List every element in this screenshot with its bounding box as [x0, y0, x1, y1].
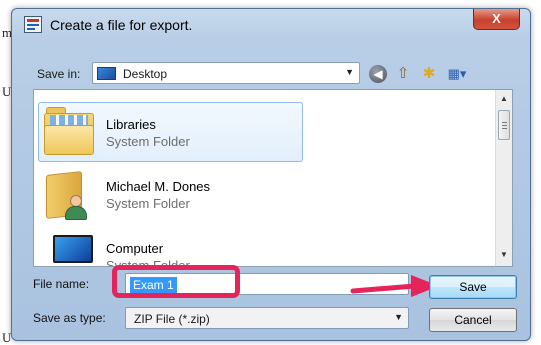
- list-item-computer[interactable]: Computer System Folder: [38, 226, 303, 266]
- view-menu-icon[interactable]: ▦▾: [444, 65, 470, 83]
- export-dialog: Create a file for export. X Save in: Des…: [11, 8, 531, 341]
- desktop-icon: [97, 67, 116, 80]
- scroll-up-icon[interactable]: ▲: [496, 92, 512, 106]
- up-one-level-icon[interactable]: ⇧: [394, 65, 412, 83]
- scroll-down-icon[interactable]: ▼: [496, 248, 512, 262]
- file-list[interactable]: Libraries System Folder Michael M. Dones…: [33, 89, 513, 267]
- new-folder-icon[interactable]: ✱: [420, 65, 438, 83]
- libraries-folder-icon: [44, 107, 96, 157]
- list-item-type: System Folder: [106, 134, 190, 149]
- chevron-down-icon: ▼: [345, 67, 354, 77]
- user-folder-icon: [44, 167, 94, 222]
- background-text: U: [2, 330, 12, 345]
- save-in-value: Desktop: [123, 67, 168, 81]
- window-title: Create a file for export.: [50, 17, 193, 33]
- scrollbar-thumb[interactable]: [498, 110, 510, 140]
- list-item-name: Computer: [106, 241, 164, 256]
- vertical-scrollbar[interactable]: ▲ ▼: [495, 90, 512, 266]
- file-name-label: File name:: [33, 277, 90, 291]
- computer-icon: [47, 235, 93, 266]
- list-item-name: Libraries: [106, 117, 156, 132]
- list-item-type: System Folder: [106, 196, 190, 211]
- save-button[interactable]: Save: [429, 275, 517, 299]
- cancel-button[interactable]: Cancel: [429, 308, 517, 332]
- back-icon[interactable]: ◀: [369, 65, 387, 83]
- save-in-dropdown[interactable]: Desktop ▼: [92, 62, 360, 84]
- title-bar[interactable]: Create a file for export. X: [12, 9, 530, 39]
- save-in-label: Save in:: [37, 67, 81, 81]
- background-text: U: [2, 84, 12, 99]
- save-as-type-dropdown[interactable]: ZIP File (*.zip) ▼: [125, 307, 409, 329]
- list-item-user[interactable]: Michael M. Dones System Folder: [38, 164, 303, 224]
- list-item-name: Michael M. Dones: [106, 179, 211, 194]
- save-as-type-value: ZIP File (*.zip): [134, 312, 210, 326]
- highlight-box: [112, 265, 240, 298]
- app-icon: [24, 16, 42, 33]
- list-item-libraries[interactable]: Libraries System Folder: [38, 102, 303, 162]
- close-button[interactable]: X: [473, 9, 520, 30]
- save-in-row: Save in: Desktop ▼ ◀ ⇧ ✱ ▦▾: [12, 61, 530, 87]
- chevron-down-icon: ▼: [394, 312, 403, 322]
- save-as-type-label: Save as type:: [33, 311, 106, 325]
